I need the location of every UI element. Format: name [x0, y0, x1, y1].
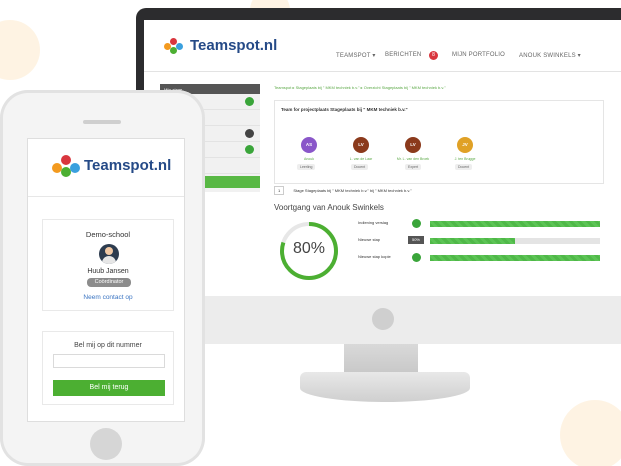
team-title: Team for projectplaats Stageplaats bij "…: [281, 107, 408, 112]
stage-title: Stage Stageplaats bij " MKM techniek b.v…: [293, 188, 412, 193]
nav-berichten[interactable]: BERICHTEN: [385, 52, 421, 58]
school-name: Demo-school: [85, 230, 131, 239]
phone-speaker: [83, 120, 121, 124]
role-badge: Coördinator: [87, 278, 131, 287]
phone-header: Teamspot.nl: [28, 139, 184, 197]
monitor-power-button: [372, 308, 394, 330]
phone-home-button: [90, 428, 122, 460]
member-avatar[interactable]: AS: [301, 137, 317, 153]
phone-number-input[interactable]: [53, 354, 165, 368]
progress-bar-fill: [430, 238, 515, 244]
background-decoration: [560, 400, 621, 466]
nav-portfolio[interactable]: MIJN PORTFOLIO: [452, 52, 505, 58]
progress-row[interactable]: Nieuwe stap kopie: [358, 253, 608, 263]
dot-icon: [245, 129, 254, 138]
breadcrumb[interactable]: Teamspot ▸ Stageplaats bij " MKM technie…: [274, 85, 446, 90]
progress-bar: [430, 221, 600, 227]
progress-title: Voortgang van Anouk Swinkels: [274, 203, 384, 212]
progress-row-label: Nieuwe stap: [358, 237, 381, 242]
member-avatar[interactable]: LV: [353, 137, 369, 153]
nav-teamspot[interactable]: TEAMSPOT ▾: [336, 52, 376, 59]
progress-row-label: Indiening verslag: [358, 220, 389, 225]
progress-row-percentage: 50%: [408, 236, 424, 244]
callback-button[interactable]: Bel mij terug: [53, 380, 165, 396]
progress-bar: [430, 255, 600, 261]
progress-row[interactable]: Nieuwe stap 50%: [358, 236, 608, 246]
member-name[interactable]: J. ten Brugge: [445, 157, 485, 161]
check-icon: [412, 219, 421, 228]
check-icon: [245, 97, 254, 106]
member-role: Docent: [351, 164, 369, 170]
team-panel: Team for projectplaats Stageplaats bij "…: [274, 100, 604, 184]
monitor-screen: Teamspot.nl TEAMSPOT ▾ BERICHTEN 8 MIJN …: [144, 20, 621, 296]
member-name[interactable]: Anouk: [289, 157, 329, 161]
stage-number: 1: [274, 186, 285, 195]
brand-name[interactable]: Teamspot.nl: [84, 157, 171, 174]
monitor-stand-neck: [344, 344, 418, 374]
callback-title: Bel mij op dit nummer: [74, 342, 142, 349]
member-role: Leerling: [297, 164, 316, 170]
stage-row[interactable]: 1 Stage Stageplaats bij " MKM techniek b…: [274, 186, 604, 195]
contact-link[interactable]: Neem contact op: [43, 294, 173, 301]
contact-name: Huub Jansen: [87, 268, 129, 275]
member-role: Docent: [455, 164, 473, 170]
nav-user-menu[interactable]: ANOUK SWINKELS ▾: [519, 52, 581, 59]
check-icon: [412, 253, 421, 262]
progress-bar-fill: [430, 255, 600, 261]
contact-card: Demo-school Huub Jansen Coördinator Neem…: [42, 219, 174, 311]
teamspot-logo-icon: [52, 155, 80, 177]
check-icon: [245, 145, 254, 154]
member-avatar[interactable]: LV: [405, 137, 421, 153]
member-avatar[interactable]: JV: [457, 137, 473, 153]
background-decoration: [0, 20, 40, 80]
monitor-stand-base: [300, 372, 470, 402]
progress-bar-fill: [430, 221, 600, 227]
teamspot-logo-icon: [164, 38, 184, 54]
progress-bar: [430, 238, 600, 244]
progress-percentage: 80%: [292, 240, 326, 257]
avatar: [99, 244, 119, 264]
member-name[interactable]: Mr. L. van den Broek: [393, 157, 433, 161]
member-name[interactable]: L. van de Laar: [341, 157, 381, 161]
promo-image: Teamspot.nl TEAMSPOT ▾ BERICHTEN 8 MIJN …: [0, 0, 621, 466]
messages-badge: 8: [429, 51, 438, 60]
member-role: Expert: [405, 164, 422, 170]
progress-row-label: Nieuwe stap kopie: [358, 254, 391, 259]
phone-screen: Teamspot.nl Demo-school Huub Jansen Coör…: [27, 138, 185, 422]
brand-name[interactable]: Teamspot.nl: [190, 37, 277, 54]
app-header: Teamspot.nl TEAMSPOT ▾ BERICHTEN 8 MIJN …: [144, 20, 621, 72]
progress-row[interactable]: Indiening verslag: [358, 219, 608, 229]
callback-card: Bel mij op dit nummer Bel mij terug: [42, 331, 174, 405]
